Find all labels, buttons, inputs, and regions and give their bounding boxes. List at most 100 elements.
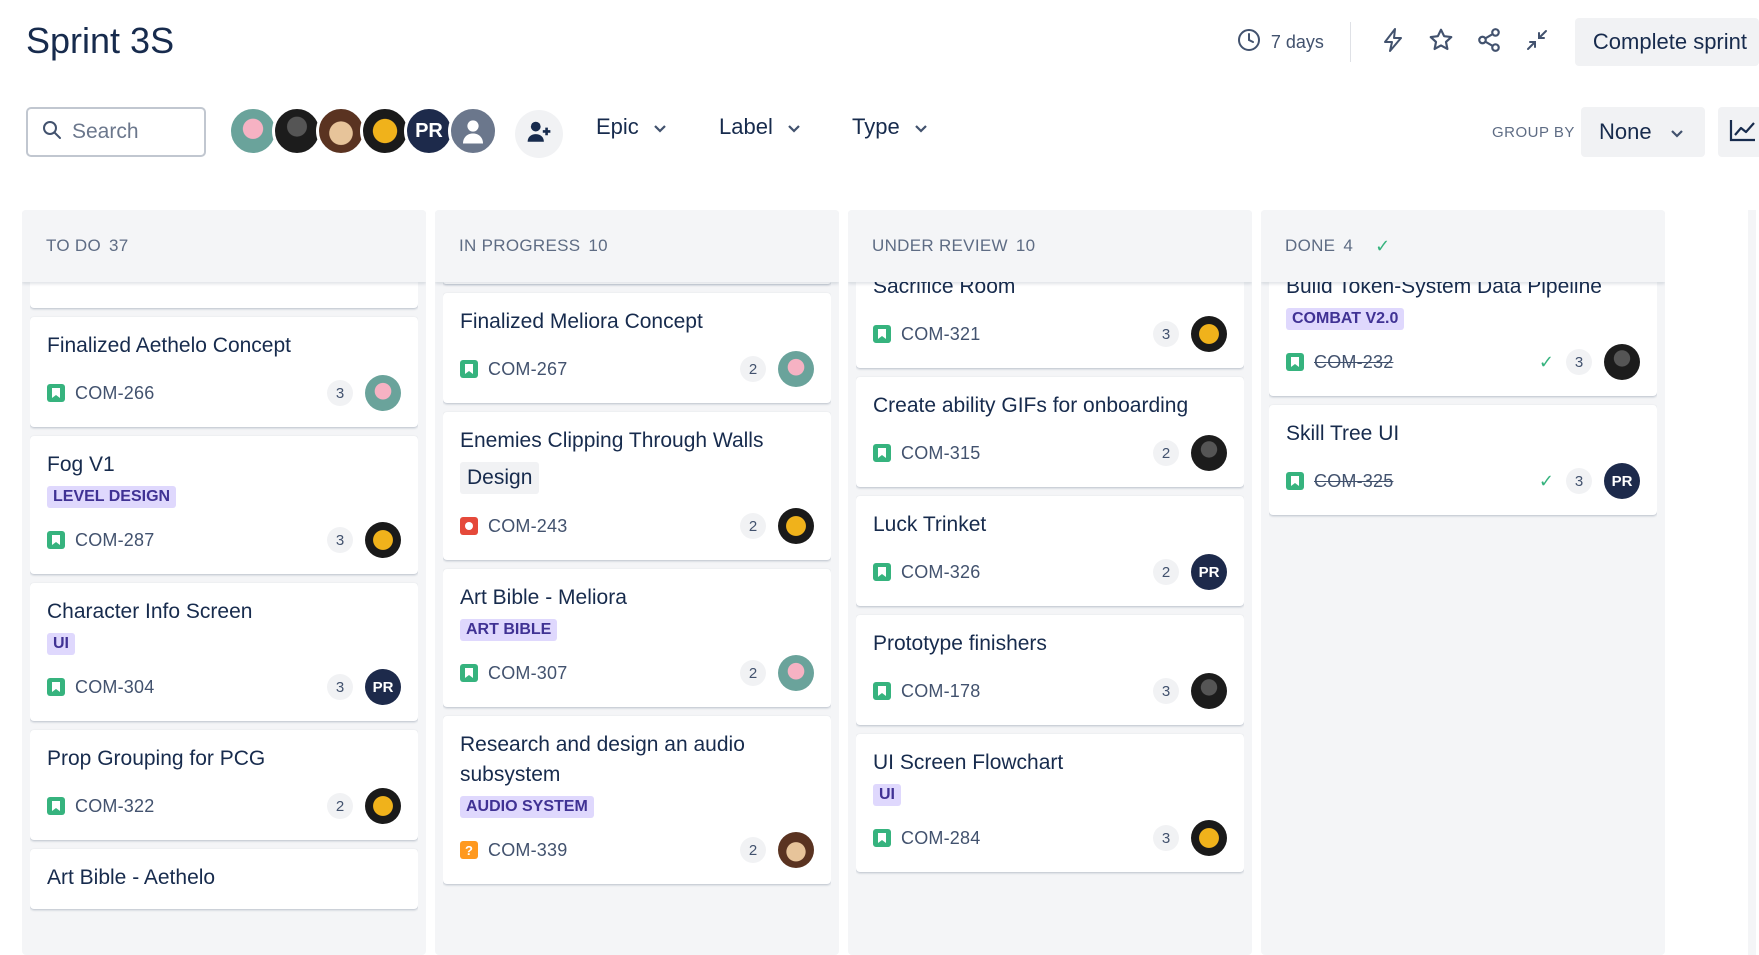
assignee-avatar[interactable]: PR: [1604, 463, 1640, 499]
beetle-avatar[interactable]: [360, 106, 410, 156]
story-icon: [1286, 472, 1304, 490]
issue-card[interactable]: Research and design an audio subsystem AU…: [443, 716, 831, 884]
card-footer: COM-178 3: [873, 673, 1227, 709]
issue-card[interactable]: Enemies Clipping Through Walls Design COM-…: [443, 412, 831, 560]
column-body: COM-3462 Finalized Aethelo Concept COM-266…: [30, 282, 418, 955]
group-by-select[interactable]: None: [1581, 107, 1705, 157]
issue-key: COM-266: [75, 382, 155, 403]
issue-card[interactable]: Luck Trinket COM-326 2 PR: [856, 496, 1244, 606]
assignee-avatar[interactable]: [778, 351, 814, 387]
card-meta: 2 PR: [1153, 554, 1227, 590]
glasses-face-avatar[interactable]: [316, 106, 366, 156]
story-points: 3: [1153, 825, 1179, 851]
assignee-avatar[interactable]: [365, 788, 401, 824]
issue-card[interactable]: [443, 282, 831, 284]
assignee-avatar[interactable]: PR: [365, 669, 401, 705]
card-footer: COM-266 3: [47, 375, 401, 411]
dark-helmet-avatar[interactable]: [272, 106, 322, 156]
issue-card[interactable]: Art Bible - Meliora ART BIBLE COM-307 2: [443, 569, 831, 707]
card-meta: 3: [327, 375, 401, 411]
issue-card[interactable]: Prototype finishers COM-178 3: [856, 615, 1244, 725]
issue-card[interactable]: Art Bible - Aethelo: [30, 849, 418, 909]
issue-card[interactable]: Character Info Screen UI COM-304 3 PR: [30, 583, 418, 721]
type-filter[interactable]: Type: [852, 114, 928, 140]
assignee-avatar[interactable]: [778, 655, 814, 691]
board-scrollbar[interactable]: [1748, 210, 1756, 955]
assignee-avatar[interactable]: PR: [1191, 554, 1227, 590]
story-icon: [47, 797, 65, 815]
issue-card[interactable]: Finalized Aethelo Concept COM-266 3: [30, 317, 418, 427]
epic-filter-label: Epic: [596, 114, 639, 139]
card-label: UI: [873, 784, 901, 806]
issue-card[interactable]: Sacrifice Room COM-321 3: [856, 282, 1244, 368]
card-footer: COM-326 2 PR: [873, 554, 1227, 590]
issue-card[interactable]: Create ability GIFs for onboarding COM-31…: [856, 377, 1244, 487]
issue-card[interactable]: UI Screen Flowchart UI COM-284 3: [856, 734, 1244, 872]
kanban-board: TO DO 37 COM-3462 Finalized Aethelo Concept…: [0, 210, 1759, 955]
assignee-avatar[interactable]: [778, 508, 814, 544]
card-summary: Create ability GIFs for onboarding: [873, 394, 1189, 417]
card-list: Build Token-System Data Pipeline COMBAT V…: [1269, 282, 1657, 524]
card-meta: 2: [740, 832, 814, 868]
card-footer: COM-322 2: [47, 788, 401, 824]
assignee-avatar[interactable]: [1191, 820, 1227, 856]
issue-key: COM-284: [901, 827, 981, 848]
story-icon: [873, 325, 891, 343]
sprint-time-remaining[interactable]: 7 days: [1237, 28, 1324, 57]
header-divider: [1349, 22, 1351, 62]
card-list: COM-3462 Finalized Aethelo Concept COM-266…: [30, 282, 418, 918]
issue-card[interactable]: Build Token-System Data Pipeline COMBAT V…: [1269, 282, 1657, 396]
card-footer: COM-287 3: [47, 522, 401, 558]
issue-card[interactable]: COM-3462: [30, 282, 418, 308]
assignee-avatar[interactable]: [365, 522, 401, 558]
column-count: 10: [588, 236, 608, 255]
card-meta: 3: [1153, 673, 1227, 709]
board-column-in-progress: IN PROGRESS 10 Finalized Meliora Concept CO…: [435, 210, 839, 955]
card-footer: ? COM-339 2: [460, 832, 814, 868]
board-header: Sprint 3S 7 days Complete sprint: [0, 0, 1759, 90]
assignee-avatar[interactable]: [365, 375, 401, 411]
label-filter[interactable]: Label: [719, 114, 801, 140]
type-filter-label: Type: [852, 114, 900, 139]
story-icon: [873, 563, 891, 581]
sprint-title: Sprint 3S: [26, 20, 175, 61]
column-body: Sacrifice Room COM-321 3 Create ability GIF…: [856, 282, 1244, 955]
add-user-icon: [526, 119, 552, 150]
issue-card[interactable]: Prop Grouping for PCG COM-322 2: [30, 730, 418, 840]
person-icon: [463, 120, 483, 144]
assignee-avatar[interactable]: [1604, 344, 1640, 380]
pr-avatar[interactable]: PR: [404, 106, 454, 156]
share-button[interactable]: [1465, 18, 1513, 66]
pink-hair-avatar[interactable]: [228, 106, 278, 156]
card-label: LEVEL DESIGN: [47, 486, 177, 508]
column-header: IN PROGRESS 10: [435, 210, 839, 282]
story-points: 3: [1153, 678, 1179, 704]
story-points: 3: [327, 527, 353, 553]
issue-card[interactable]: Finalized Meliora Concept COM-267 2: [443, 293, 831, 403]
epic-filter[interactable]: Epic: [596, 114, 667, 140]
complete-sprint-button[interactable]: Complete sprint: [1574, 18, 1759, 66]
column-body: Build Token-System Data Pipeline COMBAT V…: [1269, 282, 1657, 955]
assignee-avatar[interactable]: [778, 832, 814, 868]
star-button[interactable]: [1417, 18, 1465, 66]
avatar-initials: PR: [1198, 563, 1220, 581]
add-people-button[interactable]: [515, 110, 563, 158]
search-icon: [42, 120, 62, 145]
card-meta: 2: [327, 788, 401, 824]
card-footer: COM-325 ✓ 3 PR: [1286, 463, 1640, 499]
issue-card[interactable]: Skill Tree UI COM-325 ✓ 3 PR: [1269, 405, 1657, 515]
automation-button[interactable]: [1369, 18, 1417, 66]
assignee-avatar[interactable]: [1191, 673, 1227, 709]
issue-card[interactable]: Fog V1 LEVEL DESIGN COM-287 3: [30, 436, 418, 574]
assignee-avatar[interactable]: [1191, 435, 1227, 471]
column-header: DONE 4 ✓: [1261, 210, 1665, 282]
unassigned-avatar[interactable]: [448, 106, 498, 156]
search-input[interactable]: [72, 120, 192, 144]
card-meta: ✓ 3: [1539, 344, 1640, 380]
search-box[interactable]: [26, 107, 206, 157]
assignee-avatar[interactable]: [1191, 316, 1227, 352]
fullscreen-button[interactable]: [1513, 18, 1561, 66]
insights-button[interactable]: [1718, 107, 1759, 157]
star-icon: [1428, 27, 1454, 58]
story-points: 3: [327, 380, 353, 406]
